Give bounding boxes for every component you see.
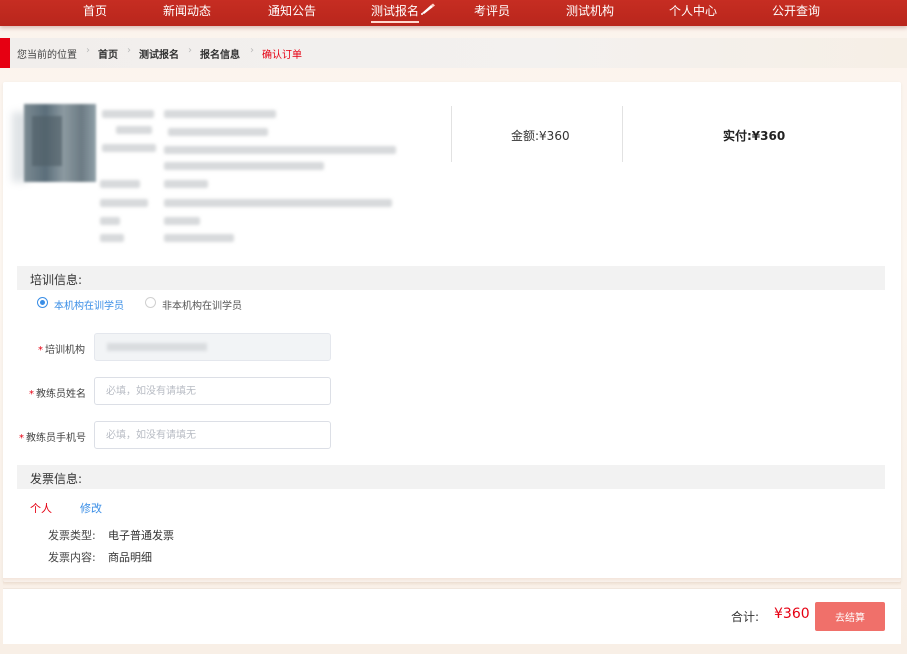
training-section-title: 培训信息: bbox=[30, 273, 83, 287]
nav-item-news[interactable]: 新闻动态 bbox=[163, 0, 211, 22]
invoice-type-personal: 个人 bbox=[30, 502, 52, 515]
breadcrumb-accent bbox=[0, 38, 10, 68]
blurred-text bbox=[168, 128, 268, 136]
invoice-section-title: 发票信息: bbox=[30, 472, 83, 486]
coach-name-field[interactable] bbox=[94, 377, 331, 405]
order-paid: 实付:¥360 bbox=[723, 129, 786, 143]
total-label: 合计: bbox=[731, 610, 760, 624]
radio-in-institution[interactable] bbox=[37, 297, 48, 308]
checkout-button[interactable]: 去结算 bbox=[815, 602, 885, 631]
blurred-text bbox=[102, 110, 154, 118]
breadcrumb-separator-icon: › bbox=[86, 45, 90, 56]
blurred-text bbox=[164, 146, 396, 154]
coach-name-input[interactable] bbox=[95, 378, 330, 404]
institution-field bbox=[94, 333, 331, 361]
coach-phone-label-text: 教练员手机号 bbox=[26, 433, 86, 444]
blurred-text bbox=[100, 199, 148, 207]
blurred-text bbox=[164, 162, 324, 170]
blurred-text bbox=[164, 110, 276, 118]
radio-in-institution-label[interactable]: 本机构在训学员 bbox=[54, 297, 124, 312]
column-divider bbox=[622, 106, 623, 162]
breadcrumb-separator-icon: › bbox=[127, 45, 131, 56]
blurred-text bbox=[116, 126, 152, 134]
institution-label-text: 培训机构 bbox=[45, 345, 85, 356]
blurred-text bbox=[100, 234, 124, 242]
order-amount: 金额:¥360 bbox=[511, 129, 570, 143]
breadcrumb-home[interactable]: 首页 bbox=[98, 46, 118, 61]
radio-not-in-institution[interactable] bbox=[145, 297, 156, 308]
coach-phone-field[interactable] bbox=[94, 421, 331, 449]
nav-item-test-institution[interactable]: 测试机构 bbox=[566, 0, 614, 22]
invoice-edit-link[interactable]: 修改 bbox=[80, 500, 102, 516]
product-image bbox=[24, 104, 96, 182]
nav-item-public-query[interactable]: 公开查询 bbox=[772, 0, 820, 22]
institution-label: * 培训机构 bbox=[38, 345, 85, 356]
coach-phone-label: * 教练员手机号 bbox=[19, 433, 86, 444]
blurred-text bbox=[102, 144, 156, 152]
total-value: ¥360 bbox=[774, 606, 810, 622]
checkout-bar bbox=[3, 588, 901, 644]
radio-not-in-institution-label[interactable]: 非本机构在训学员 bbox=[162, 297, 242, 312]
nav-item-personal-center[interactable]: 个人中心 bbox=[669, 0, 717, 22]
blurred-text bbox=[164, 180, 208, 188]
invoice-content-label: 发票内容: bbox=[48, 551, 96, 564]
blurred-text bbox=[100, 217, 120, 225]
blurred-text bbox=[164, 199, 392, 207]
breadcrumb-test-registration[interactable]: 测试报名 bbox=[139, 46, 179, 61]
top-nav: 首页 新闻动态 通知公告 测试报名 考评员 测试机构 个人中心 公开查询 bbox=[0, 0, 907, 26]
order-card bbox=[3, 82, 901, 582]
coach-name-label: * 教练员姓名 bbox=[29, 389, 86, 400]
breadcrumb bbox=[0, 38, 907, 68]
blurred-text bbox=[164, 234, 234, 242]
nav-item-test-registration[interactable]: 测试报名 bbox=[371, 0, 420, 23]
invoice-type-value: 电子普通发票 bbox=[108, 529, 174, 542]
invoice-type-label: 发票类型: bbox=[48, 529, 96, 542]
breadcrumb-separator-icon: › bbox=[188, 45, 192, 56]
invoice-content-value: 商品明细 bbox=[108, 551, 152, 564]
column-divider bbox=[451, 106, 452, 162]
nav-item-home[interactable]: 首页 bbox=[83, 0, 107, 22]
breadcrumb-current: 确认订单 bbox=[262, 50, 302, 61]
invoice-section-header bbox=[17, 465, 885, 489]
breadcrumb-prefix: 您当前的位置 bbox=[17, 50, 77, 61]
breadcrumb-separator-icon: › bbox=[250, 45, 254, 56]
pencil-icon bbox=[421, 3, 435, 15]
blurred-institution-value bbox=[107, 343, 207, 351]
coach-phone-input[interactable] bbox=[95, 422, 330, 448]
card-shadow bbox=[3, 578, 901, 586]
training-section-header bbox=[17, 266, 885, 290]
blurred-text bbox=[100, 180, 140, 188]
breadcrumb-registration-info[interactable]: 报名信息 bbox=[200, 46, 240, 61]
nav-item-notices[interactable]: 通知公告 bbox=[268, 0, 316, 22]
nav-item-examiner[interactable]: 考评员 bbox=[474, 0, 510, 22]
blurred-text bbox=[164, 217, 200, 225]
coach-name-label-text: 教练员姓名 bbox=[36, 389, 86, 400]
